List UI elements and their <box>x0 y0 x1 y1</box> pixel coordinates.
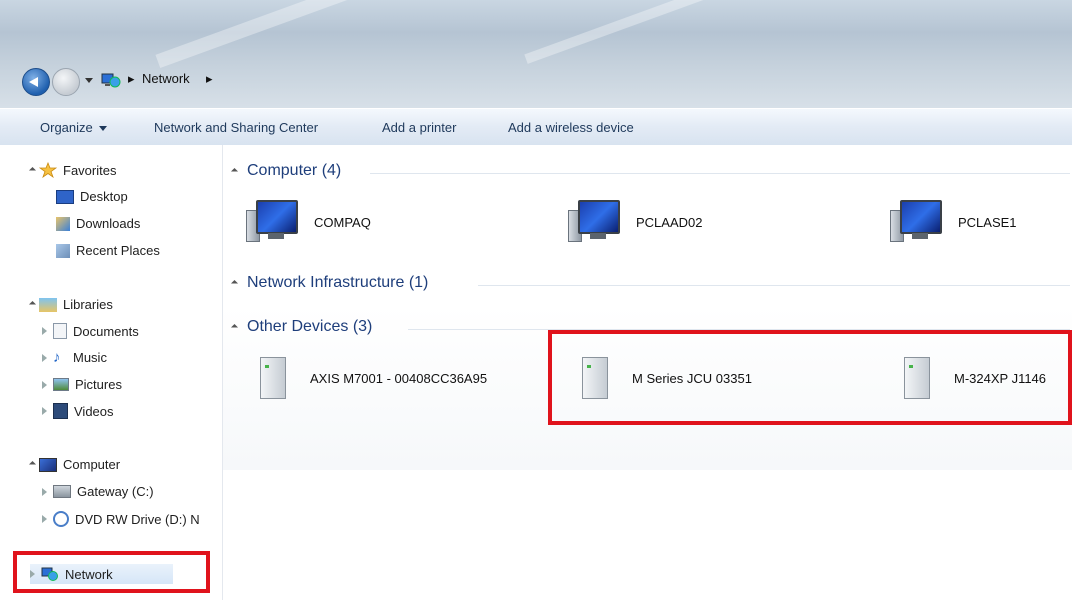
group-header-other-devices[interactable]: Other Devices (3) <box>230 318 373 336</box>
group-header-network-infrastructure[interactable]: Network Infrastructure (1) <box>230 274 429 292</box>
nav-item-label: Music <box>73 350 107 365</box>
collapsed-arrow-icon[interactable] <box>42 380 47 389</box>
music-icon: ♪ <box>53 348 61 366</box>
group-divider <box>370 173 1070 174</box>
nav-libraries[interactable]: Libraries <box>28 297 113 312</box>
nav-item-desktop[interactable]: Desktop <box>56 189 128 204</box>
device-name: AXIS M7001 - 00408CC36A95 <box>310 370 488 386</box>
collapse-arrow-icon[interactable] <box>230 323 239 331</box>
computer-name: PCLASE1 <box>958 214 1017 230</box>
nav-item-label: DVD RW Drive (D:) N <box>75 511 200 527</box>
nav-item-label: Downloads <box>76 216 141 231</box>
nav-item-label: Recent Places <box>76 243 160 258</box>
computer-icon <box>244 198 302 246</box>
computer-name: PCLAAD02 <box>636 214 703 230</box>
group-divider <box>478 285 1070 286</box>
network-icon <box>101 73 121 88</box>
chevron-down-icon <box>98 126 107 132</box>
breadcrumb-separator: ▸ <box>128 71 135 86</box>
nav-item-documents[interactable]: Documents <box>42 323 139 339</box>
recent-places-icon <box>56 243 70 258</box>
collapsed-arrow-icon[interactable] <box>42 487 47 496</box>
documents-icon <box>53 323 67 339</box>
group-title: Network Infrastructure (1) <box>247 274 429 291</box>
downloads-icon <box>56 216 70 231</box>
group-header-computer[interactable]: Computer (4) <box>230 162 342 180</box>
forward-button[interactable] <box>52 68 80 96</box>
nav-libraries-label: Libraries <box>63 297 113 312</box>
computer-icon <box>39 457 57 472</box>
desktop-icon <box>56 189 74 204</box>
command-bar: Organize Network and Sharing Center Add … <box>0 108 1072 146</box>
nav-computer-label: Computer <box>63 457 121 472</box>
nav-item-label: Documents <box>73 323 139 339</box>
device-icon <box>256 355 286 401</box>
highlight-box-network <box>13 551 210 593</box>
collapsed-arrow-icon[interactable] <box>42 353 47 362</box>
collapse-arrow-icon[interactable] <box>230 279 239 287</box>
highlight-box-devices <box>548 330 1072 425</box>
network-sharing-center-button[interactable]: Network and Sharing Center <box>154 120 318 135</box>
nav-item-label: Pictures <box>75 377 122 392</box>
nav-item-gateway-drive[interactable]: Gateway (C:) <box>42 484 154 499</box>
group-title: Other Devices (3) <box>247 318 373 335</box>
nav-item-recent-places[interactable]: Recent Places <box>56 243 160 258</box>
collapsed-arrow-icon[interactable] <box>42 515 47 523</box>
videos-icon <box>53 403 68 419</box>
star-icon <box>39 162 57 178</box>
computer-icon <box>888 198 946 246</box>
nav-item-dvd-drive[interactable]: DVD RW Drive (D:) N <box>42 511 200 527</box>
nav-item-videos[interactable]: Videos <box>42 403 114 419</box>
nav-item-music[interactable]: ♪ Music <box>42 350 107 365</box>
organize-button[interactable]: Organize <box>40 120 107 135</box>
aero-glass-decoration <box>155 0 405 69</box>
libraries-icon <box>39 297 57 312</box>
nav-item-label: Videos <box>74 403 114 419</box>
dvd-drive-icon <box>53 511 69 527</box>
window-titlebar: ▸ Network ▸ <box>0 0 1072 108</box>
nav-favorites[interactable]: Favorites <box>28 162 117 178</box>
breadcrumb-network[interactable]: Network <box>142 71 190 86</box>
computer-icon <box>566 198 624 246</box>
computer-item-compaq[interactable]: COMPAQ <box>244 198 371 246</box>
nav-item-label: Desktop <box>80 189 128 204</box>
collapsed-arrow-icon[interactable] <box>42 407 47 415</box>
recent-pages-dropdown-icon[interactable] <box>85 78 93 83</box>
add-wireless-device-button[interactable]: Add a wireless device <box>508 120 634 135</box>
group-title: Computer (4) <box>247 162 342 179</box>
nav-favorites-label: Favorites <box>63 162 117 178</box>
pictures-icon <box>53 378 69 391</box>
organize-label: Organize <box>40 120 93 135</box>
add-printer-button[interactable]: Add a printer <box>382 120 456 135</box>
breadcrumb-separator[interactable]: ▸ <box>206 71 213 87</box>
expand-arrow-icon[interactable] <box>28 300 37 309</box>
nav-item-label: Gateway (C:) <box>77 484 154 499</box>
computer-item-pclaad02[interactable]: PCLAAD02 <box>566 198 702 246</box>
nav-computer[interactable]: Computer <box>28 457 121 472</box>
nav-item-downloads[interactable]: Downloads <box>56 216 140 231</box>
expand-arrow-icon[interactable] <box>28 166 37 174</box>
collapse-arrow-icon[interactable] <box>230 167 239 175</box>
nav-item-pictures[interactable]: Pictures <box>42 377 122 392</box>
aero-glass-decoration <box>524 0 716 64</box>
back-button[interactable] <box>22 68 50 96</box>
computer-name: COMPAQ <box>314 214 371 230</box>
collapsed-arrow-icon[interactable] <box>42 327 47 335</box>
computer-item-pclase1[interactable]: PCLASE1 <box>888 198 1017 246</box>
device-item-axis-m7001[interactable]: AXIS M7001 - 00408CC36A95 <box>256 355 487 401</box>
navigation-pane: Favorites Desktop Downloads Recent Place… <box>0 145 223 600</box>
expand-arrow-icon[interactable] <box>28 460 37 469</box>
hard-drive-icon <box>53 485 71 498</box>
